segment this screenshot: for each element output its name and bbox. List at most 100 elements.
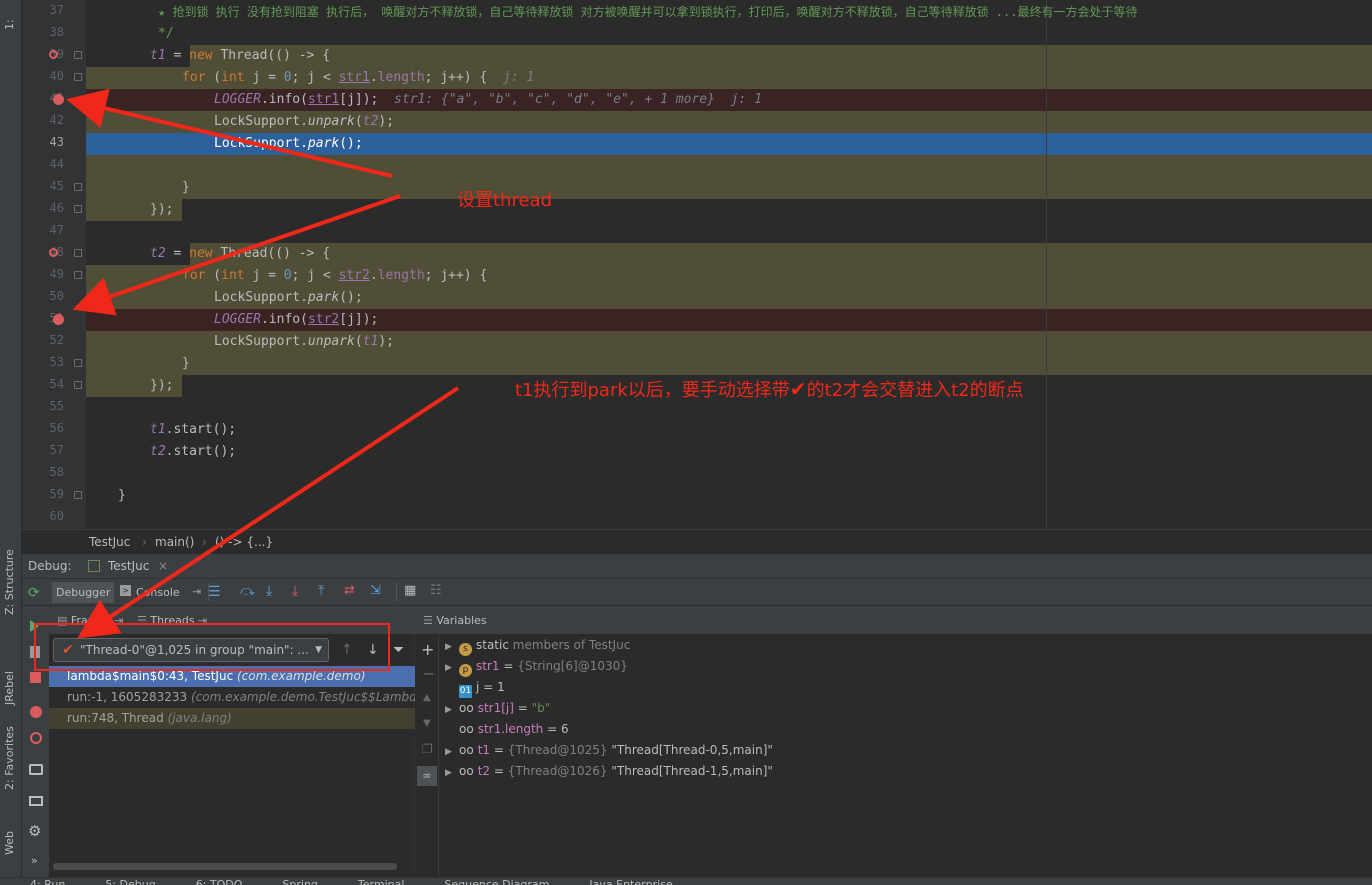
line-number: 58 bbox=[49, 465, 64, 479]
fold-icon[interactable] bbox=[74, 205, 82, 213]
remove-watch-icon[interactable]: − bbox=[422, 664, 435, 683]
frames-panel: ▤ Frames ⇥ ☰ Threads ⇥ ✔ "Thread-0"@1,02… bbox=[49, 606, 415, 877]
arrow-up-icon[interactable]: ↑ bbox=[341, 642, 353, 658]
move-up-icon[interactable]: ▲ bbox=[423, 692, 431, 703]
fold-icon[interactable] bbox=[74, 183, 82, 191]
variable-row[interactable]: ▶ s static members of TestJuc bbox=[445, 635, 630, 656]
view-breakpoints-icon[interactable] bbox=[30, 706, 42, 718]
copy-icon[interactable]: ❐ bbox=[422, 742, 433, 756]
resume-icon[interactable] bbox=[30, 620, 39, 632]
step-out-icon[interactable]: ⤒ bbox=[318, 583, 324, 599]
code-line-57: t2.start(); bbox=[150, 444, 237, 459]
tab-console[interactable]: Console bbox=[136, 582, 180, 603]
line-number: 53 bbox=[49, 355, 64, 369]
breakpoint-icon[interactable] bbox=[53, 94, 64, 105]
breadcrumb-file[interactable]: TestJuc bbox=[89, 530, 130, 555]
structure-tab-top[interactable]: 1: bbox=[3, 19, 16, 30]
line-number: 50 bbox=[49, 289, 64, 303]
line-number: 54 bbox=[49, 377, 64, 391]
variables-panel: ☰ Variables + − ▲ ▼ ❐ ∞ ▶ s static members… bbox=[415, 606, 1372, 877]
bottom-tab[interactable]: Sequence Diagram bbox=[444, 878, 549, 885]
thread-selector-dropdown[interactable]: ✔ "Thread-0"@1,025 in group "main": ... … bbox=[53, 638, 329, 662]
code-line-53: } bbox=[182, 356, 190, 371]
breadcrumb-method[interactable]: main() bbox=[155, 530, 194, 555]
editor-gutter[interactable]: 3738394041424344454647484950515253545556… bbox=[22, 0, 86, 529]
tab-frames[interactable]: ▤ Frames ⇥ bbox=[57, 610, 124, 632]
close-tab-icon[interactable]: × bbox=[158, 554, 168, 579]
frame-row[interactable]: lambda$main$0:43, TestJuc (com.example.d… bbox=[49, 666, 415, 687]
variable-row[interactable]: ▶ oo str1[j] = "b" bbox=[445, 698, 550, 719]
debug-config-tab[interactable]: TestJuc bbox=[108, 554, 149, 579]
show-watches-icon[interactable]: ∞ bbox=[417, 766, 437, 786]
fold-icon[interactable] bbox=[74, 51, 82, 59]
fold-icon[interactable] bbox=[74, 381, 82, 389]
fold-icon[interactable] bbox=[74, 271, 82, 279]
frames-scrollbar[interactable] bbox=[53, 863, 397, 870]
fold-icon[interactable] bbox=[74, 491, 82, 499]
fold-icon[interactable] bbox=[74, 73, 82, 81]
watch-icon: oo bbox=[459, 722, 474, 736]
variable-row[interactable]: oo str1.length = 6 bbox=[445, 719, 569, 740]
filter-icon[interactable]: ⏷ bbox=[393, 642, 404, 658]
step-into-icon[interactable]: ⤓ bbox=[266, 583, 272, 599]
bottom-tab[interactable]: 4: Run bbox=[30, 878, 65, 885]
watch-icon: oo bbox=[459, 743, 474, 757]
lambda-breakpoint-icon[interactable] bbox=[49, 248, 58, 257]
code-line-42: LockSupport.unpark(t2); bbox=[214, 114, 395, 129]
bottom-tab[interactable]: 5: Debug bbox=[105, 878, 155, 885]
show-execution-point-icon[interactable]: ☰ bbox=[208, 584, 221, 600]
arrow-down-icon[interactable]: ↓ bbox=[367, 642, 379, 658]
pin-icon[interactable]: ⇥ bbox=[192, 585, 201, 598]
annotation-set-thread: 设置thread bbox=[457, 190, 553, 211]
evaluate-expression-icon[interactable]: ▦ bbox=[404, 583, 416, 598]
lambda-breakpoint-icon[interactable] bbox=[49, 50, 58, 59]
breadcrumb-lambda[interactable]: () -> {...} bbox=[215, 530, 273, 555]
drop-frame-icon[interactable]: ⇄ bbox=[344, 583, 355, 598]
step-over-icon[interactable]: ⤼ bbox=[240, 583, 255, 599]
move-down-icon[interactable]: ▼ bbox=[423, 718, 431, 729]
frame-row[interactable]: run:-1, 1605283233 (com.example.demo.Tes… bbox=[49, 687, 415, 708]
bottom-tab[interactable]: Java Enterprise bbox=[589, 878, 672, 885]
fold-icon[interactable] bbox=[74, 359, 82, 367]
code-line-38: */ bbox=[158, 26, 174, 41]
camera-icon[interactable] bbox=[29, 764, 43, 775]
bottom-tab[interactable]: Spring bbox=[282, 878, 318, 885]
debug-title-bar: Debug: TestJuc × bbox=[22, 554, 1372, 579]
mute-breakpoints-icon[interactable] bbox=[30, 732, 42, 744]
frame-row[interactable]: run:748, Thread (java.lang) bbox=[49, 708, 415, 729]
tab-debugger[interactable]: Debugger bbox=[52, 582, 115, 603]
add-watch-icon[interactable]: + bbox=[421, 640, 434, 659]
left-tool-strip: 1: Z: Structure JRebel 2: Favorites Web bbox=[0, 0, 22, 877]
bottom-tab[interactable]: Terminal bbox=[358, 878, 405, 885]
structure-tab[interactable]: Z: Structure bbox=[3, 549, 16, 615]
bottom-tab[interactable]: 6: TODO bbox=[196, 878, 243, 885]
settings-gear-icon[interactable]: ⚙ bbox=[28, 822, 41, 840]
rerun-icon[interactable]: ⟳ bbox=[28, 585, 44, 601]
more-icon[interactable]: » bbox=[31, 854, 38, 867]
variable-row[interactable]: ▶ p str1 = {String[6]@1030} bbox=[445, 656, 628, 677]
stop-icon[interactable] bbox=[30, 672, 41, 683]
console-icon: > bbox=[120, 585, 131, 596]
breakpoint-icon[interactable] bbox=[53, 314, 64, 325]
code-editor[interactable]: ★ 抢到锁 执行 没有抢到阻塞 执行后， 唤醒对方不释放锁，自己等待释放锁 对方… bbox=[86, 0, 1372, 529]
run-to-cursor-icon[interactable]: ⇲ bbox=[370, 583, 381, 598]
line-number: 47 bbox=[49, 223, 64, 237]
web-tab[interactable]: Web bbox=[3, 831, 16, 855]
tab-threads[interactable]: ☰ Threads ⇥ bbox=[137, 610, 207, 632]
variable-row[interactable]: ▶ oo t1 = {Thread@1025} "Thread[Thread-0,5… bbox=[445, 740, 773, 761]
jrebel-tab[interactable]: JRebel bbox=[3, 671, 16, 705]
code-line-40: for (int j = 0; j < str1.length; j++) { … bbox=[182, 70, 535, 85]
code-line-59: } bbox=[118, 488, 126, 503]
pause-icon[interactable] bbox=[30, 646, 34, 658]
fold-icon[interactable] bbox=[74, 249, 82, 257]
force-step-into-icon[interactable]: ⤓ bbox=[292, 583, 298, 599]
code-line-41: LOGGER.info(str1[j]); str1: {"a", "b", "… bbox=[214, 92, 762, 107]
variable-row[interactable]: ▶ oo t2 = {Thread@1026} "Thread[Thread-1,5… bbox=[445, 761, 773, 782]
code-line-56: t1.start(); bbox=[150, 422, 237, 437]
layout-icon[interactable] bbox=[29, 796, 43, 806]
favorites-tab[interactable]: 2: Favorites bbox=[3, 726, 16, 790]
debug-toolbar: ⟳ Debugger > Console ⇥ ☰ ⤼ ⤓ ⤓ ⤒ ⇄ ⇲ ▦ ☷ bbox=[22, 579, 1372, 606]
trace-stream-icon[interactable]: ☷ bbox=[430, 583, 442, 598]
variable-row[interactable]: 01 j = 1 bbox=[445, 677, 505, 698]
parameter-icon: p bbox=[459, 664, 472, 677]
